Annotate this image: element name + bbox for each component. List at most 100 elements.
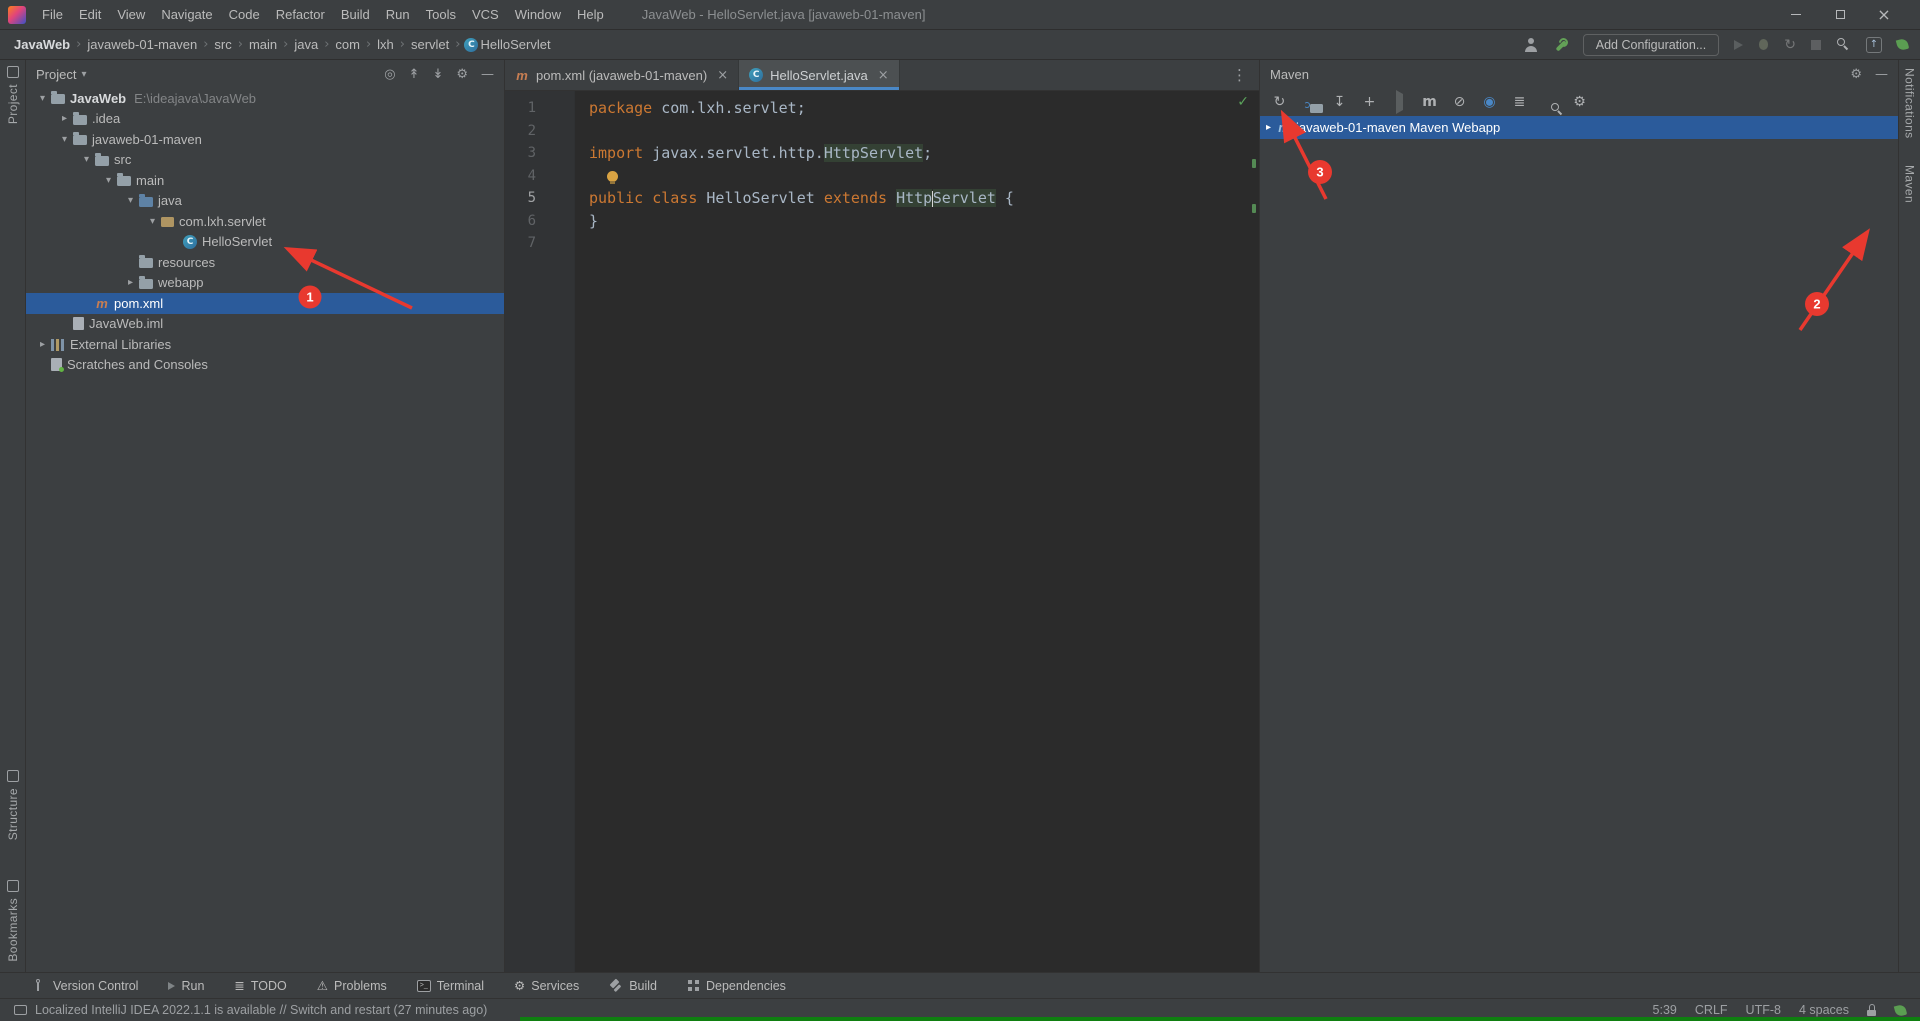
hide-panel-icon[interactable]: — [1875,67,1888,82]
breadcrumb-main[interactable]: main [247,37,279,52]
tool-button-notifications[interactable]: Notifications [1903,68,1917,139]
close-icon[interactable]: × [878,68,889,83]
editor-gutter[interactable]: 1 2 3 4 5 6 7 [505,91,575,972]
tool-button-project[interactable]: Project [6,66,20,124]
setup-wrench-icon[interactable] [1554,38,1568,52]
chevron-down-icon[interactable]: ▾ [81,69,86,80]
stop-icon[interactable] [1811,39,1821,50]
tree-item-idea[interactable]: ▸ .idea [26,109,504,130]
menu-vcs[interactable]: VCS [464,7,507,22]
leaf-icon[interactable] [1895,37,1910,52]
add-configuration-button[interactable]: Add Configuration... [1582,33,1720,56]
tree-item-pom-xml[interactable]: m pom.xml [26,293,504,314]
more-tabs-icon[interactable]: ⋮ [1220,66,1259,84]
maximize-button[interactable] [1818,0,1862,29]
search-everywhere-icon[interactable] [1836,37,1851,52]
breadcrumb-com[interactable]: com [333,37,362,52]
maven-settings-icon[interactable]: ⚙ [1566,94,1593,110]
caret-right-icon[interactable]: ▸ [1260,122,1277,133]
code-line-3[interactable]: import javax.servlet.http.HttpServlet; [575,142,1259,165]
tree-item-external-libraries[interactable]: ▸ External Libraries [26,334,504,355]
debug-icon[interactable] [1758,38,1769,51]
breadcrumb-helloservlet[interactable]: HelloServlet [478,37,552,52]
code-line-7[interactable] [575,232,1259,255]
menu-window[interactable]: Window [507,7,569,22]
skip-tests-icon[interactable]: ⊘ [1446,94,1473,110]
tree-item-helloservlet[interactable]: C HelloServlet [26,232,504,253]
menu-help[interactable]: Help [569,7,612,22]
tree-item-resources[interactable]: resources [26,252,504,273]
tab-pom-xml[interactable]: m pom.xml (javaweb-01-maven) × [505,60,740,90]
menu-code[interactable]: Code [221,7,268,22]
tree-item-javaweb-root[interactable]: ▾ JavaWeb E:\ideajava\JavaWeb [26,88,504,109]
tool-button-build[interactable]: Build [609,979,657,993]
breadcrumb-module[interactable]: javaweb-01-maven [85,37,199,52]
expand-all-icon[interactable]: ↟ [409,67,420,82]
menu-navigate[interactable]: Navigate [153,7,220,22]
tree-item-scratches[interactable]: Scratches and Consoles [26,355,504,376]
minimize-button[interactable] [1774,0,1818,29]
caret-down-icon[interactable]: ▾ [122,195,139,206]
offline-mode-icon[interactable]: ◉ [1476,94,1503,110]
run-icon[interactable] [1734,39,1744,50]
add-maven-project-icon[interactable]: + [1356,94,1383,110]
status-message[interactable]: Localized IntelliJ IDEA 2022.1.1 is avai… [35,1003,487,1017]
select-opened-file-icon[interactable]: ◎ [384,67,395,82]
tree-item-javaweb-01-maven[interactable]: ▾ javaweb-01-maven [26,129,504,150]
tab-helloservlet-java[interactable]: C HelloServlet.java × [739,60,900,90]
tree-item-javaweb-iml[interactable]: JavaWeb.iml [26,314,504,335]
hide-panel-icon[interactable]: — [481,67,494,82]
caret-right-icon[interactable]: ▸ [34,339,51,350]
rerun-icon[interactable]: ↻ [1784,37,1796,53]
gear-icon[interactable]: ⚙ [456,67,468,82]
caret-down-icon[interactable]: ▾ [144,216,161,227]
breadcrumb-java[interactable]: java [292,37,320,52]
intention-bulb-icon[interactable] [607,170,618,184]
status-monitor-icon[interactable] [14,1005,27,1015]
tool-button-terminal[interactable]: Terminal [416,979,484,993]
menu-refactor[interactable]: Refactor [268,7,333,22]
profiles-filter-icon[interactable]: ≣ [1506,94,1533,110]
close-button[interactable]: × [1862,0,1906,29]
breadcrumb-servlet[interactable]: servlet [409,37,451,52]
code-editor[interactable]: package com.lxh.servlet; import javax.se… [575,91,1259,972]
project-title[interactable]: Project [36,67,76,82]
breadcrumb-lxh[interactable]: lxh [375,37,396,52]
caret-down-icon[interactable]: ▾ [78,154,95,165]
breadcrumb-src[interactable]: src [212,37,233,52]
tree-item-java[interactable]: ▾ java [26,191,504,212]
caret-down-icon[interactable]: ▾ [34,93,51,104]
close-icon[interactable]: × [717,68,728,83]
execute-goal-icon[interactable]: m [1416,94,1443,110]
menu-view[interactable]: View [109,7,153,22]
menu-edit[interactable]: Edit [71,7,109,22]
indent-widget[interactable]: 4 spaces [1799,1003,1849,1017]
tool-button-maven[interactable]: Maven [1903,165,1917,203]
caret-right-icon[interactable]: ▸ [56,113,73,124]
code-line-5[interactable]: public class HelloServlet extends HttpSe… [575,187,1259,210]
tool-button-structure[interactable]: Structure [6,770,20,840]
toolbar-up-icon[interactable]: ↑ [1866,36,1882,53]
code-line-4[interactable] [575,165,1259,188]
download-sources-icon[interactable]: ↧ [1326,94,1353,110]
tree-item-src[interactable]: ▾ src [26,150,504,171]
tool-button-dependencies[interactable]: Dependencies [687,979,786,993]
maven-project-row[interactable]: ▸ m javaweb-01-maven Maven Webapp [1260,116,1898,139]
menu-run[interactable]: Run [378,7,418,22]
menu-file[interactable]: File [34,7,71,22]
code-line-6[interactable]: } [575,210,1259,233]
user-icon[interactable] [1524,37,1539,52]
breadcrumb-javaweb[interactable]: JavaWeb [12,37,72,52]
tool-button-problems[interactable]: ⚠ Problems [317,978,387,993]
notifications-icon[interactable] [1893,1003,1908,1017]
menu-tools[interactable]: Tools [418,7,464,22]
gear-icon[interactable]: ⚙ [1850,67,1862,82]
caret-down-icon[interactable]: ▾ [100,175,117,186]
line-separator-widget[interactable]: CRLF [1695,1003,1728,1017]
menu-build[interactable]: Build [333,7,378,22]
caret-right-icon[interactable]: ▸ [122,277,139,288]
inspections-ok-icon[interactable]: ✓ [1237,94,1249,110]
encoding-widget[interactable]: UTF-8 [1746,1003,1781,1017]
tree-item-package[interactable]: ▾ com.lxh.servlet [26,211,504,232]
lock-icon[interactable] [1867,1004,1877,1016]
